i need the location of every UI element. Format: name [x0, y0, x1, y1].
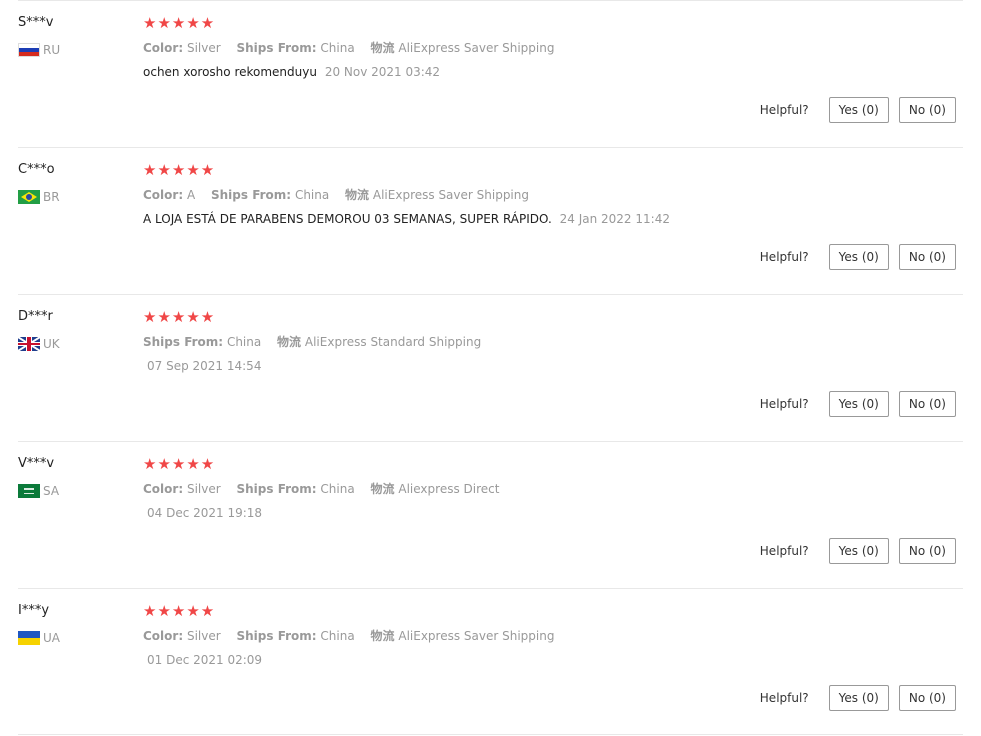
review-feedback: 04 Dec 2021 19:18 — [143, 506, 262, 520]
star-rating: ★★★★★ — [143, 308, 216, 326]
attr-key: 物流 — [370, 482, 395, 496]
reviewer-country: UA — [18, 629, 60, 647]
reviewer-name: D***r — [18, 309, 53, 324]
star-rating: ★★★★★ — [143, 455, 216, 473]
product-attributes: Color: Silver Ships From: China 物流 Aliex… — [143, 480, 511, 497]
helpful-votes: Helpful? Yes (0) No (0) — [760, 538, 956, 564]
attr-key: Color: — [143, 482, 184, 496]
attr-key: Ships From: — [211, 188, 292, 202]
attr-key: Ships From: — [236, 41, 317, 55]
helpful-votes: Helpful? Yes (0) No (0) — [760, 244, 956, 270]
feedback-text: ochen xorosho rekomenduyu — [143, 65, 317, 79]
helpful-label: Helpful? — [759, 544, 809, 558]
brazil-flag-icon — [18, 190, 40, 204]
uk-flag-icon — [18, 337, 40, 351]
star-rating: ★★★★★ — [143, 14, 216, 32]
reviewer-name: C***o — [18, 162, 55, 177]
russia-flag-icon — [18, 43, 40, 57]
reviewer-name: V***v — [18, 456, 55, 471]
attr-key: Ships From: — [143, 335, 224, 349]
reviewer-country: UK — [18, 335, 60, 353]
attr-value: China — [320, 41, 355, 55]
review-date: 01 Dec 2021 02:09 — [147, 653, 263, 667]
helpful-yes-button[interactable]: Yes (0) — [828, 391, 889, 417]
reviewer-country: SA — [18, 482, 59, 500]
product-attributes: Color: Silver Ships From: China 物流 AliEx… — [143, 627, 566, 644]
attr-value: China — [320, 482, 355, 496]
helpful-no-button[interactable]: No (0) — [898, 685, 956, 711]
attr-value: AliExpress Standard Shipping — [304, 335, 482, 349]
product-attributes: Color: Silver Ships From: China 物流 AliEx… — [143, 39, 566, 56]
saudi-arabia-flag-icon — [18, 484, 40, 498]
attr-key: Ships From: — [236, 482, 317, 496]
review-feedback: 07 Sep 2021 14:54 — [143, 359, 261, 373]
helpful-no-button[interactable]: No (0) — [898, 244, 956, 270]
reviewer-country: BR — [18, 188, 60, 206]
country-code: UA — [43, 631, 60, 645]
product-attributes: Color: A Ships From: China 物流 AliExpress… — [143, 186, 541, 203]
attr-value: China — [294, 188, 330, 202]
review-feedback: ochen xorosho rekomenduyu 20 Nov 2021 03… — [143, 65, 440, 79]
attr-key: Color: — [143, 188, 184, 202]
product-attributes: Ships From: China 物流 AliExpress Standard… — [143, 333, 493, 350]
review-item: C***o BR ★★★★★ Color: A Ships From: Chin… — [18, 147, 963, 294]
review-item: I***y UA ★★★★★ Color: Silver Ships From:… — [18, 588, 963, 735]
attr-value: Silver — [186, 629, 221, 643]
reviewer-name: I***y — [18, 603, 50, 618]
star-rating: ★★★★★ — [143, 602, 216, 620]
country-code: BR — [43, 190, 60, 204]
helpful-no-button[interactable]: No (0) — [898, 391, 956, 417]
review-date: 24 Jan 2022 11:42 — [559, 212, 670, 226]
attr-value: Silver — [186, 482, 221, 496]
attr-value: Aliexpress Direct — [398, 482, 500, 496]
helpful-yes-button[interactable]: Yes (0) — [828, 538, 889, 564]
review-date: 07 Sep 2021 14:54 — [147, 359, 262, 373]
helpful-votes: Helpful? Yes (0) No (0) — [760, 391, 956, 417]
review-date: 04 Dec 2021 19:18 — [147, 506, 263, 520]
helpful-no-button[interactable]: No (0) — [898, 97, 956, 123]
attr-value: China — [226, 335, 262, 349]
attr-value: AliExpress Saver Shipping — [398, 629, 555, 643]
review-feedback: 01 Dec 2021 02:09 — [143, 653, 262, 667]
attr-key: 物流 — [370, 41, 395, 55]
helpful-yes-button[interactable]: Yes (0) — [828, 685, 889, 711]
helpful-yes-button[interactable]: Yes (0) — [828, 97, 889, 123]
ukraine-flag-icon — [18, 631, 40, 645]
star-rating: ★★★★★ — [143, 161, 216, 179]
attr-key: Color: — [143, 629, 184, 643]
attr-key: 物流 — [277, 335, 302, 349]
helpful-label: Helpful? — [759, 103, 809, 117]
attr-value: AliExpress Saver Shipping — [398, 41, 555, 55]
helpful-votes: Helpful? Yes (0) No (0) — [760, 97, 956, 123]
helpful-label: Helpful? — [759, 397, 809, 411]
attr-value: Silver — [186, 41, 221, 55]
attr-value: A — [186, 188, 196, 202]
country-code: RU — [43, 43, 61, 57]
helpful-votes: Helpful? Yes (0) No (0) — [760, 685, 956, 711]
attr-value: AliExpress Saver Shipping — [372, 188, 529, 202]
helpful-label: Helpful? — [759, 250, 809, 264]
attr-value: China — [320, 629, 355, 643]
review-item: D***r UK ★★★★★ Ships From: China 物流 AliE… — [18, 294, 963, 441]
reviewer-name: S***v — [18, 15, 54, 30]
helpful-no-button[interactable]: No (0) — [898, 538, 956, 564]
attr-key: 物流 — [370, 629, 395, 643]
review-item: S***v RU ★★★★★ Color: Silver Ships From:… — [18, 0, 963, 147]
country-code: UK — [43, 337, 60, 351]
reviewer-country: RU — [18, 41, 60, 59]
helpful-yes-button[interactable]: Yes (0) — [828, 244, 889, 270]
attr-key: Ships From: — [236, 629, 317, 643]
country-code: SA — [43, 484, 60, 498]
helpful-label: Helpful? — [759, 691, 809, 705]
review-date: 20 Nov 2021 03:42 — [324, 65, 441, 79]
attr-key: 物流 — [345, 188, 370, 202]
feedback-text: A LOJA ESTÁ DE PARABENS DEMOROU 03 SEMAN… — [143, 212, 552, 226]
attr-key: Color: — [143, 41, 184, 55]
review-feedback: A LOJA ESTÁ DE PARABENS DEMOROU 03 SEMAN… — [143, 212, 670, 226]
review-item: V***v SA ★★★★★ Color: Silver Ships From:… — [18, 441, 963, 588]
